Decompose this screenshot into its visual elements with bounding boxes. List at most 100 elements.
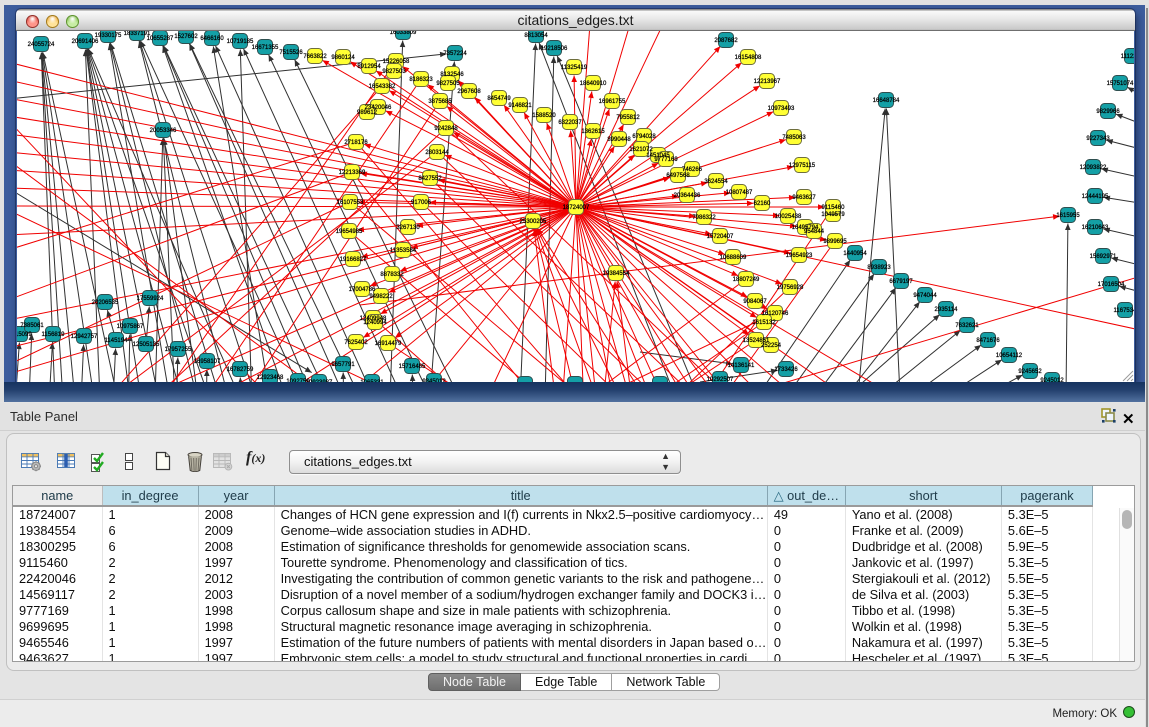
svg-text:1615955: 1615955 — [1056, 213, 1080, 219]
svg-text:19654985: 19654985 — [336, 229, 363, 235]
svg-text:3915099: 3915099 — [17, 332, 32, 338]
svg-text:9829966: 9829966 — [1096, 109, 1120, 115]
svg-text:2967608: 2967608 — [457, 89, 481, 95]
svg-text:15226058: 15226058 — [383, 59, 410, 65]
svg-text:15692971: 15692971 — [1090, 254, 1117, 260]
svg-text:917006: 917006 — [411, 200, 432, 206]
svg-text:14136141: 14136141 — [728, 363, 755, 369]
svg-text:8912954: 8912954 — [357, 64, 381, 70]
svg-text:16671355: 16671355 — [252, 45, 279, 51]
svg-text:16958107: 16958107 — [194, 359, 221, 365]
svg-text:9899695: 9899695 — [823, 239, 847, 245]
svg-text:7625402: 7625402 — [344, 340, 368, 346]
svg-text:62160: 62160 — [754, 201, 771, 207]
svg-text:19218506: 19218506 — [541, 46, 568, 52]
svg-text:18724007: 18724007 — [563, 205, 590, 211]
svg-text:16210643: 16210643 — [1082, 225, 1109, 231]
svg-text:16648784: 16648784 — [873, 98, 900, 104]
svg-text:18640910: 18640910 — [580, 81, 607, 87]
svg-text:8990448: 8990448 — [607, 137, 631, 143]
svg-text:1440954: 1440954 — [843, 251, 867, 257]
svg-text:16782759: 16782759 — [227, 367, 254, 373]
svg-text:1167534: 1167534 — [1114, 308, 1134, 314]
svg-text:2718176: 2718176 — [344, 140, 368, 146]
svg-text:9777169: 9777169 — [654, 157, 678, 163]
svg-text:12213967: 12213967 — [754, 79, 781, 85]
svg-text:7485063: 7485063 — [782, 135, 806, 141]
svg-text:2935114: 2935114 — [935, 307, 959, 313]
svg-text:9115460: 9115460 — [822, 205, 846, 211]
svg-text:8878332: 8878332 — [380, 272, 404, 278]
svg-text:2087682: 2087682 — [714, 38, 738, 44]
svg-text:10654112: 10654112 — [996, 353, 1023, 359]
svg-text:16914479: 16914479 — [375, 341, 402, 347]
svg-text:6322037: 6322037 — [558, 120, 582, 126]
svg-text:954844: 954844 — [804, 229, 825, 235]
svg-text:25300205: 25300205 — [520, 219, 547, 225]
svg-text:7986322: 7986322 — [692, 215, 716, 221]
svg-text:1145194: 1145194 — [105, 338, 129, 344]
svg-text:9827505: 9827505 — [436, 81, 460, 87]
svg-text:9657791: 9657791 — [331, 362, 355, 368]
svg-text:8454749: 8454749 — [487, 96, 511, 102]
svg-text:12942757: 12942757 — [71, 334, 98, 340]
svg-text:8938923: 8938923 — [867, 265, 891, 271]
svg-text:11325419: 11325419 — [561, 65, 588, 71]
svg-text:7357224: 7357224 — [443, 51, 467, 57]
svg-text:1588520: 1588520 — [532, 113, 556, 119]
svg-text:16961755: 16961755 — [599, 99, 626, 105]
svg-text:1240994: 1240994 — [363, 320, 387, 326]
svg-text:8471676: 8471676 — [976, 338, 1000, 344]
svg-text:9498222: 9498222 — [369, 294, 393, 300]
svg-text:7515526: 7515526 — [279, 50, 303, 56]
svg-text:15751074: 15751074 — [1107, 81, 1134, 87]
svg-text:1615132: 1615132 — [752, 320, 776, 326]
svg-text:17559924: 17559924 — [137, 296, 164, 302]
svg-text:19756928: 19756928 — [777, 285, 804, 291]
svg-text:3624554: 3624554 — [704, 179, 728, 185]
svg-text:16033809: 16033809 — [390, 31, 417, 36]
svg-text:9146821: 9146821 — [508, 103, 532, 109]
svg-text:11353584: 11353584 — [390, 248, 417, 254]
svg-text:9227343: 9227343 — [1086, 136, 1110, 142]
svg-text:17957255: 17957255 — [165, 347, 192, 353]
svg-text:10655287: 10655287 — [147, 36, 174, 42]
svg-text:10975867: 10975867 — [117, 324, 144, 330]
svg-text:19330175: 19330175 — [95, 33, 122, 39]
svg-text:3875685: 3875685 — [428, 99, 452, 105]
svg-text:24055724: 24055724 — [28, 42, 55, 48]
svg-text:19166827: 19166827 — [340, 257, 367, 263]
svg-text:10025438: 10025438 — [775, 214, 802, 220]
svg-text:7632621: 7632621 — [955, 323, 979, 329]
svg-text:19384554: 19384554 — [603, 271, 630, 277]
svg-text:8186323: 8186323 — [409, 77, 433, 83]
svg-text:8132546: 8132546 — [440, 72, 464, 78]
svg-text:8813054: 8813054 — [524, 33, 548, 39]
svg-text:1527602: 1527602 — [174, 34, 198, 40]
svg-text:10719185: 10719185 — [227, 39, 254, 45]
svg-text:9084067: 9084067 — [743, 299, 767, 305]
svg-text:9242848: 9242848 — [434, 126, 458, 132]
svg-text:16107553: 16107553 — [337, 200, 364, 206]
svg-text:989612: 989612 — [357, 110, 378, 116]
svg-text:15720407: 15720407 — [707, 234, 734, 240]
svg-text:20206535: 20206535 — [92, 300, 119, 306]
svg-text:20691406: 20691406 — [72, 39, 99, 45]
svg-text:2803144: 2803144 — [425, 150, 449, 156]
svg-text:17004786: 17004786 — [349, 287, 376, 293]
svg-text:16543382: 16543382 — [369, 84, 396, 90]
svg-text:6466160: 6466160 — [200, 36, 224, 42]
svg-text:12213369: 12213369 — [339, 170, 366, 176]
svg-text:17016504: 17016504 — [1098, 282, 1125, 288]
svg-text:10807487: 10807487 — [726, 190, 753, 196]
svg-text:1049579: 1049579 — [821, 212, 845, 218]
svg-text:6679197: 6679197 — [889, 279, 913, 285]
svg-text:15716485: 15716485 — [399, 364, 426, 370]
svg-text:1112228: 1112228 — [1121, 54, 1134, 60]
svg-text:1362615: 1362615 — [581, 129, 605, 135]
svg-text:9474044: 9474044 — [913, 293, 937, 299]
svg-text:7663822: 7663822 — [303, 54, 327, 60]
svg-text:12505135: 12505135 — [133, 342, 160, 348]
svg-text:19654923: 19654923 — [786, 253, 813, 259]
svg-text:10973493: 10973493 — [768, 106, 795, 112]
